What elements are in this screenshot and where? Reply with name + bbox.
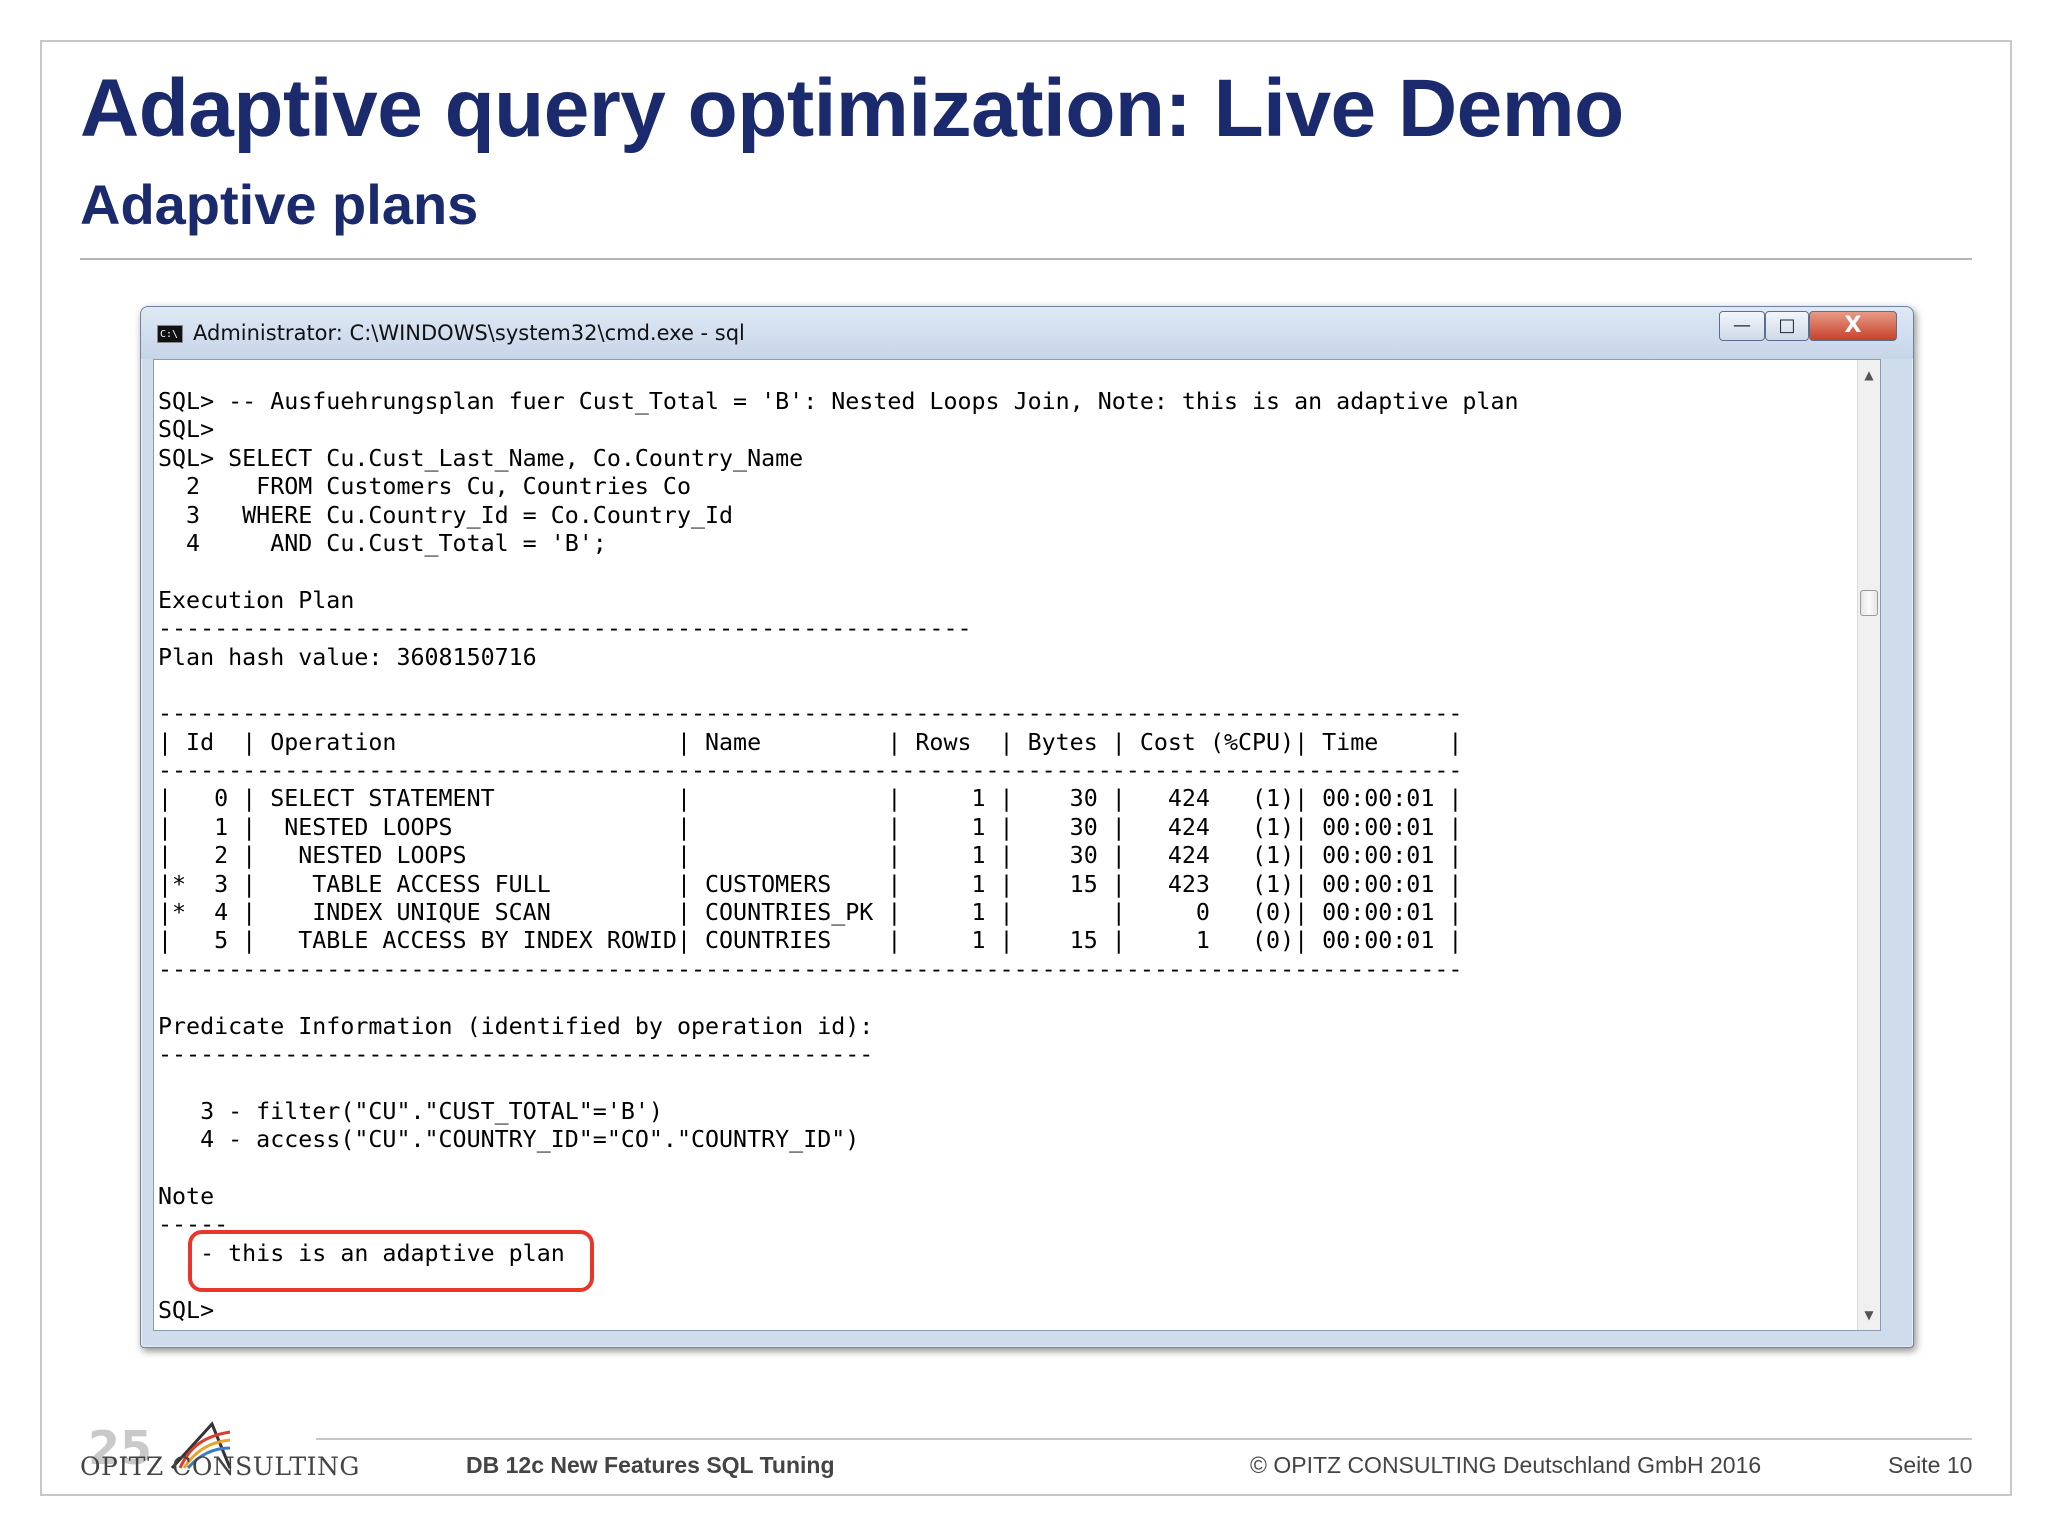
window-titlebar[interactable]: C:\ Administrator: C:\WINDOWS\system32\c…: [141, 307, 1913, 359]
console-line: | 5 | TABLE ACCESS BY INDEX ROWID| COUNT…: [158, 927, 1463, 955]
console-line: | 2 | NESTED LOOPS | | 1 | 30 | 424 (1)|…: [158, 842, 1463, 870]
scroll-down-icon[interactable]: ▼: [1858, 1304, 1880, 1326]
vertical-scrollbar[interactable]: ▲ ▼: [1857, 360, 1880, 1330]
console-line: Execution Plan: [158, 586, 355, 614]
console-line: ----------------------------------------…: [158, 1040, 874, 1068]
adaptive-plan-highlight: [188, 1230, 594, 1292]
console-line: 3 - filter("CU"."CUST_TOTAL"='B'): [158, 1097, 663, 1125]
logo-company-name: OPITZ CONSULTING: [80, 1452, 360, 1481]
page-number: Seite 10: [1888, 1452, 1973, 1478]
console-output[interactable]: SQL> -- Ausfuehrungsplan fuer Cust_Total…: [153, 359, 1881, 1331]
title-divider: [80, 258, 1972, 260]
console-line: SQL> SELECT Cu.Cust_Last_Name, Co.Countr…: [158, 444, 804, 472]
console-line: Plan hash value: 3608150716: [158, 643, 537, 671]
console-line: SQL>: [158, 1296, 215, 1324]
window-title: Administrator: C:\WINDOWS\system32\cmd.e…: [193, 321, 745, 345]
footer-presentation-title: DB 12c New Features SQL Tuning: [466, 1452, 835, 1478]
console-line: ----------------------------------------…: [158, 757, 1463, 785]
scroll-thumb[interactable]: [1860, 590, 1878, 616]
cmd-window[interactable]: C:\ Administrator: C:\WINDOWS\system32\c…: [140, 306, 1914, 1348]
close-button[interactable]: X: [1809, 311, 1897, 341]
scroll-up-icon[interactable]: ▲: [1858, 364, 1880, 386]
console-line: 3 WHERE Cu.Country_Id = Co.Country_Id: [158, 501, 734, 529]
console-line: Predicate Information (identified by ope…: [158, 1012, 874, 1040]
console-line: ----------------------------------------…: [158, 615, 972, 643]
footer-copyright: © OPITZ CONSULTING Deutschland GmbH 2016: [1250, 1452, 1762, 1478]
console-line: Note: [158, 1182, 215, 1210]
footer-divider: [316, 1438, 1972, 1440]
slide-title: Adaptive query optimization: Live Demo: [80, 63, 1624, 154]
console-line: 4 - access("CU"."COUNTRY_ID"="CO"."COUNT…: [158, 1126, 860, 1154]
console-line: | Id | Operation | Name | Rows | Bytes |…: [158, 728, 1463, 756]
console-line: SQL>: [158, 416, 215, 444]
console-line: | 0 | SELECT STATEMENT | | 1 | 30 | 424 …: [158, 785, 1463, 813]
opitz-logo-icon: 25: [88, 1421, 232, 1475]
console-line: ----------------------------------------…: [158, 700, 1463, 728]
minimize-button[interactable]: —: [1719, 311, 1765, 341]
console-lines: SQL> -- Ausfuehrungsplan fuer Cust_Total…: [154, 388, 1519, 1325]
console-line: 2 FROM Customers Cu, Countries Co: [158, 473, 691, 501]
maximize-button[interactable]: □: [1765, 311, 1809, 341]
console-line: ----------------------------------------…: [158, 955, 1463, 983]
console-line: SQL> -- Ausfuehrungsplan fuer Cust_Total…: [158, 388, 1519, 415]
console-line: |* 3 | TABLE ACCESS FULL | CUSTOMERS | 1…: [158, 870, 1463, 898]
console-line: 4 AND Cu.Cust_Total = 'B';: [158, 529, 607, 557]
cmd-icon: C:\: [157, 325, 183, 343]
console-line: | 1 | NESTED LOOPS | | 1 | 30 | 424 (1)|…: [158, 813, 1463, 841]
console-line: |* 4 | INDEX UNIQUE SCAN | COUNTRIES_PK …: [158, 899, 1463, 927]
slide-subtitle: Adaptive plans: [80, 173, 479, 236]
